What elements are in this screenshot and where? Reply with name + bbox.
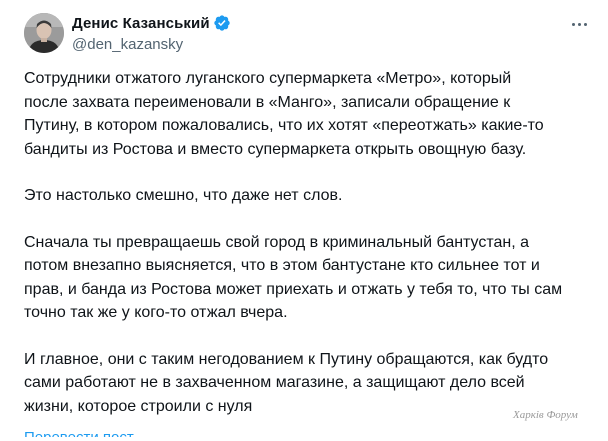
author-display-name[interactable]: Денис Казанський (72, 15, 210, 32)
tweet-line: потом внезапно выясняется, что в этом ба… (24, 257, 540, 274)
more-dot (571, 22, 575, 26)
tweet-paragraph: И главное, они с таким негодованием к Пу… (24, 348, 584, 419)
verified-badge-icon[interactable] (213, 14, 231, 32)
tweet-line: точно так же у кого-то отжал вчера. (24, 304, 288, 321)
avatar[interactable] (24, 13, 64, 53)
author-handle[interactable]: @den_kazansky (72, 36, 231, 53)
more-dot (583, 22, 587, 26)
avatar-photo-icon (24, 13, 64, 53)
tweet-line: бандиты из Ростова и вместо супермаркета… (24, 140, 527, 158)
tweet-card: Денис Казанський @den_kazansky Сотрудник… (0, 0, 608, 437)
forum-watermark: Харків Форум (513, 409, 578, 421)
tweet-line: прав, и банда из Ростова может приехать … (24, 280, 563, 298)
tweet-paragraph: Сотрудники отжатого луганского супермарк… (24, 67, 584, 161)
tweet-line: Путину, в котором пожаловались, что их х… (24, 117, 544, 134)
more-options-button[interactable] (566, 14, 592, 34)
tweet-line: сами работают не в захваченном магазине,… (24, 374, 525, 391)
author-block: Денис Казанський @den_kazansky (72, 12, 231, 53)
tweet-line: Сотрудники отжатого луганского супермарк… (24, 70, 512, 87)
author-name-row: Денис Казанський (72, 12, 231, 34)
tweet-paragraph: Сначала ты превращаешь свой город в крим… (24, 231, 584, 325)
tweet-line: жизни, которое строили с нуля (24, 397, 253, 415)
tweet-line: Сначала ты превращаешь свой город в крим… (24, 233, 530, 251)
tweet-line: И главное, они с таким негодованием к Пу… (24, 350, 549, 368)
tweet-paragraph: Это настолько смешно, что даже нет слов. (24, 184, 584, 208)
translate-post-link[interactable]: Перевести пост (24, 430, 134, 437)
tweet-line: Это настолько смешно, что даже нет слов. (24, 187, 343, 204)
tweet-line: после захвата переименовали в «Манго», з… (24, 93, 511, 111)
more-dot (577, 22, 581, 26)
tweet-text: Сотрудники отжатого луганского супермарк… (24, 67, 584, 441)
